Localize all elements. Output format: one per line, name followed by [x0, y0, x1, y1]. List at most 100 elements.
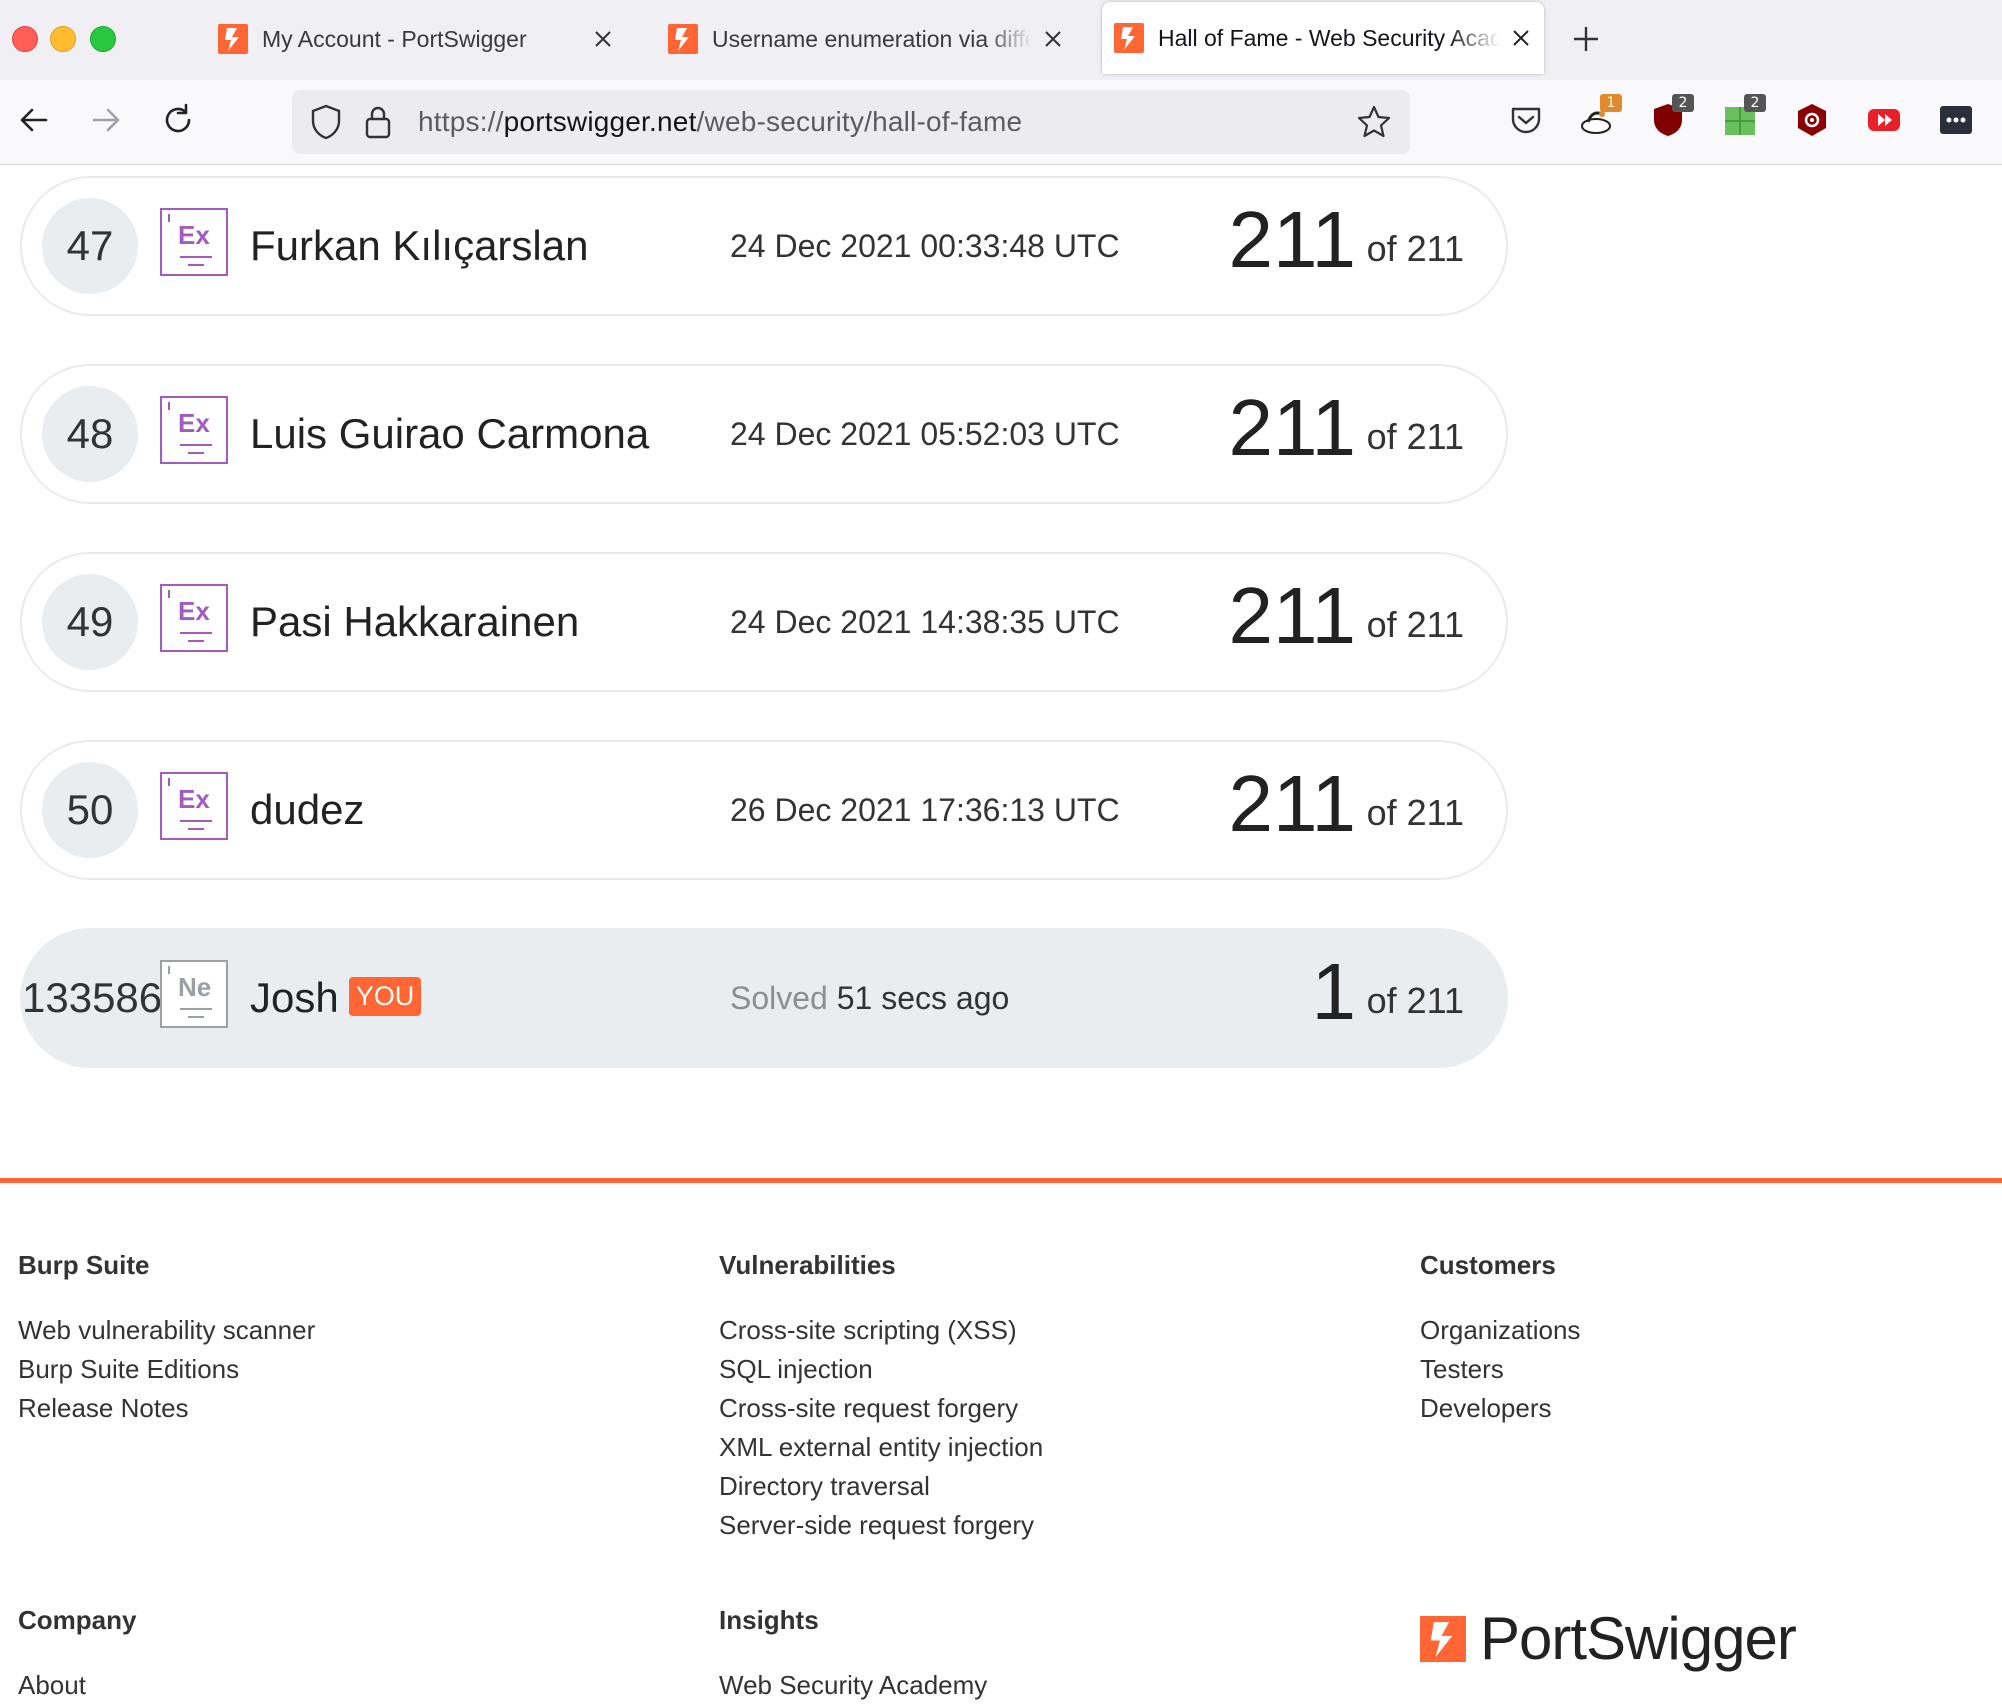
tab-my-account[interactable]: My Account - PortSwigger: [206, 4, 626, 74]
reload-icon[interactable]: [160, 102, 196, 138]
portswigger-logo[interactable]: PortSwigger: [1420, 1604, 1797, 1673]
window-close-button[interactable]: [12, 26, 38, 52]
solved-ago: 51 secs ago: [836, 980, 1010, 1016]
footer-link[interactable]: About: [18, 1666, 136, 1705]
level-badge-text: Ex: [178, 596, 210, 626]
you-badge: YOU: [348, 977, 422, 1017]
red-hex-icon[interactable]: [1794, 102, 1830, 138]
portswigger-favicon-icon: [1114, 23, 1144, 53]
logo-text: PortSwigger: [1480, 1605, 1797, 1672]
footer-divider: [0, 1178, 2002, 1183]
bookmark-star-icon[interactable]: [1356, 104, 1392, 140]
labs-solved-count: 211: [1228, 759, 1356, 848]
window-minimize-button[interactable]: [50, 26, 76, 52]
footer-link[interactable]: Release Notes: [18, 1389, 315, 1428]
address-bar[interactable]: https://portswigger.net/web-security/hal…: [292, 90, 1410, 154]
tab-title: Username enumeration via different respo…: [712, 25, 1032, 52]
level-badge-text: Ex: [178, 220, 210, 250]
completion-date: 24 Dec 2021 05:52:03 UTC: [730, 416, 1120, 452]
expert-level-badge-icon: Ex: [160, 584, 228, 652]
tab-title: My Account - PortSwigger: [262, 25, 527, 52]
extension-badge: 2: [1672, 94, 1694, 112]
labs-total: of 211: [1366, 604, 1464, 645]
lock-icon[interactable]: [364, 104, 392, 140]
back-arrow-icon[interactable]: [16, 102, 52, 138]
footer-link[interactable]: Cross-site scripting (XSS): [719, 1311, 1043, 1350]
footer-link[interactable]: Organizations: [1420, 1311, 1580, 1350]
portswigger-logo-icon: [1420, 1615, 1466, 1662]
footer-link[interactable]: Cross-site request forgery: [719, 1389, 1043, 1428]
close-icon[interactable]: [1042, 28, 1064, 50]
footer-column-insights: Insights Web Security Academy: [719, 1605, 987, 1705]
footer-heading: Vulnerabilities: [719, 1250, 896, 1280]
rank-number: 47: [42, 198, 138, 294]
footer-heading: Burp Suite: [18, 1250, 150, 1280]
portswigger-favicon-icon: [668, 24, 698, 54]
user-name: Josh: [250, 974, 339, 1021]
solved-time: Solved 51 secs ago: [730, 980, 1009, 1017]
expert-level-badge-icon: Ex: [160, 396, 228, 464]
portswigger-favicon-icon: [218, 24, 248, 54]
labs-solved-count: 211: [1228, 383, 1356, 472]
footer-column-burp-suite: Burp Suite Web vulnerability scanner Bur…: [18, 1250, 315, 1428]
pocket-icon[interactable]: [1508, 102, 1544, 138]
solved-label: Solved: [730, 980, 828, 1016]
footer-column-customers: Customers Organizations Testers Develope…: [1420, 1250, 1580, 1428]
labs-solved-count: 1: [1311, 947, 1357, 1036]
current-user-row: 133586 Ne Josh YOU Solved 51 secs ago 1 o…: [20, 928, 1508, 1068]
user-name: Pasi Hakkarainen: [250, 598, 580, 645]
footer-link[interactable]: XML external entity injection: [719, 1428, 1043, 1467]
labs-total: of 211: [1366, 416, 1464, 457]
extension-goose-button[interactable]: 1: [1578, 94, 1622, 138]
completion-date: 24 Dec 2021 00:33:48 UTC: [730, 228, 1120, 264]
leaderboard-row: 48 Ex Luis Guirao Carmona 24 Dec 2021 05…: [20, 364, 1508, 504]
level-badge-text: Ne: [178, 972, 212, 1002]
new-tab-plus-icon[interactable]: [1572, 25, 1600, 53]
leaderboard-row: 50 Ex dudez 26 Dec 2021 17:36:13 UTC 211…: [20, 740, 1508, 880]
forward-arrow-icon[interactable]: [88, 102, 124, 138]
video-play-icon[interactable]: [1866, 102, 1902, 138]
tab-username-enumeration[interactable]: Username enumeration via different respo…: [656, 4, 1076, 74]
footer-link[interactable]: Testers: [1420, 1350, 1580, 1389]
tab-hall-of-fame[interactable]: Hall of Fame - Web Security Academy: [1102, 2, 1544, 74]
more-dots-icon[interactable]: [1938, 102, 1974, 138]
footer-link[interactable]: Burp Suite Editions: [18, 1350, 315, 1389]
url-scheme: https://: [418, 106, 504, 137]
rank-number: 48: [42, 386, 138, 482]
footer-heading: Insights: [719, 1605, 819, 1635]
extension-badge: 2: [1744, 94, 1766, 112]
navigation-toolbar: https://portswigger.net/web-security/hal…: [0, 80, 2002, 165]
rank-number: 133586: [22, 974, 163, 1021]
rank-number: 49: [42, 574, 138, 670]
extension-ublock-button[interactable]: 2: [1650, 94, 1694, 138]
close-icon[interactable]: [592, 28, 614, 50]
extension-badge: 1: [1600, 94, 1622, 112]
newbie-level-badge-icon: Ne: [160, 960, 228, 1028]
extension-green-button[interactable]: 2: [1722, 94, 1766, 138]
user-name: dudez: [250, 786, 365, 833]
footer-link[interactable]: Directory traversal: [719, 1467, 1043, 1506]
footer-link[interactable]: Web Security Academy: [719, 1666, 987, 1705]
footer-heading: Company: [18, 1605, 137, 1635]
url-path: /web-security/hall-of-fame: [696, 106, 1023, 137]
footer-link[interactable]: Developers: [1420, 1389, 1580, 1428]
expert-level-badge-icon: Ex: [160, 772, 228, 840]
url-host: portswigger.net: [503, 106, 697, 137]
tracking-protection-shield-icon[interactable]: [310, 104, 342, 140]
labs-solved-count: 211: [1228, 571, 1356, 660]
rank-number: 50: [42, 762, 138, 858]
close-icon[interactable]: [1510, 27, 1532, 49]
user-name-cell: Josh YOU: [250, 974, 422, 1022]
user-name: Furkan Kılıçarslan: [250, 222, 589, 269]
leaderboard-row: 49 Ex Pasi Hakkarainen 24 Dec 2021 14:38…: [20, 552, 1508, 692]
level-badge-text: Ex: [178, 784, 210, 814]
footer-link[interactable]: Web vulnerability scanner: [18, 1311, 315, 1350]
footer-column-company: Company About: [18, 1605, 136, 1705]
footer-link[interactable]: SQL injection: [719, 1350, 1043, 1389]
labs-total: of 211: [1366, 980, 1464, 1021]
labs-solved-count: 211: [1228, 195, 1356, 284]
level-badge-text: Ex: [178, 408, 210, 438]
url-text[interactable]: https://portswigger.net/web-security/hal…: [418, 106, 1022, 138]
footer-link[interactable]: Server-side request forgery: [719, 1506, 1043, 1545]
window-zoom-button[interactable]: [90, 26, 116, 52]
